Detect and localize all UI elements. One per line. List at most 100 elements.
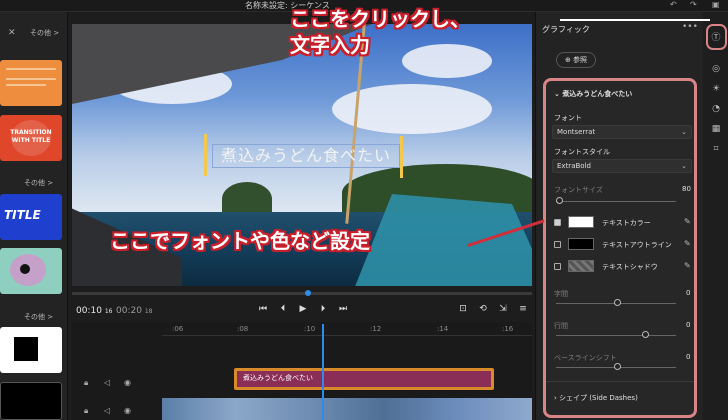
shadow-color-swatch[interactable] (568, 260, 594, 272)
tick-label: :10 (304, 325, 316, 333)
text-color-swatch[interactable] (568, 216, 594, 228)
font-size-value[interactable]: 80 (682, 185, 691, 193)
baseline-knob[interactable] (614, 363, 621, 370)
template-blob[interactable] (0, 248, 62, 294)
panel-menu-icon[interactable]: ••• (682, 22, 698, 32)
tracking-label: 字間 (554, 290, 568, 298)
browse-button[interactable]: ⊕ 参照 (556, 52, 596, 68)
annotation-settings-note: ここでフォントや色など設定 (110, 229, 370, 253)
mute-icon[interactable]: ◁ (104, 378, 110, 387)
video-clip[interactable] (162, 398, 532, 420)
timeline: :06 :08 :10 :12 :14 :16 🔒︎ ◁ ◉ 🔒︎ ◁ ◉ 煮込… (72, 322, 532, 420)
redo-icon[interactable]: ↷ (690, 0, 697, 9)
fit-icon[interactable]: ⊡ (456, 304, 470, 314)
playhead[interactable] (322, 324, 324, 420)
undo-icon[interactable]: ↶ (670, 0, 677, 9)
more-link-3[interactable]: その他 > (24, 312, 53, 322)
leading-label: 行間 (554, 322, 568, 330)
scrub-head[interactable] (305, 290, 311, 296)
tick-label: :16 (502, 325, 514, 333)
right-toolbar: Ⓣ ◎ ☀ ◔ ▦ ⌗ (703, 12, 728, 420)
text-color-label: テキストカラー (602, 219, 651, 227)
step-back-icon[interactable]: ⏴ (276, 304, 290, 314)
chat-icon[interactable]: ▣ (712, 0, 720, 9)
text-properties-box: ⌄ 煮込みうどん食べたい フォント Montserrat ⌄ フォントスタイル E… (543, 78, 697, 418)
template-transition-with-title[interactable]: TRANSITION WITH TITLE (0, 115, 62, 161)
chevron-down-icon: ⌄ (681, 162, 687, 170)
tracking-value[interactable]: 0 (686, 289, 690, 297)
effects-icon[interactable]: ◎ (709, 64, 723, 74)
template-transition-text: TRANSITION WITH TITLE (10, 129, 52, 144)
crop-icon[interactable]: ⌗ (709, 144, 723, 154)
time-ruler[interactable]: :06 :08 :10 :12 :14 :16 (162, 322, 532, 336)
template-title-blue[interactable]: TITLE (0, 194, 62, 240)
preview-title-text[interactable]: 煮込みうどん食べたい (212, 144, 400, 168)
text-handle-left[interactable] (204, 134, 207, 176)
tick-label: :08 (237, 325, 249, 333)
baseline-label: ベースラインシフト (554, 354, 617, 362)
close-icon[interactable]: ✕ (8, 28, 16, 38)
menu-icon[interactable]: ≡ (516, 304, 530, 314)
annotation-arrow-1 (560, 19, 710, 21)
eye-icon[interactable]: ◉ (124, 406, 131, 415)
font-style-label: フォントスタイル (554, 148, 610, 156)
tick-label: :14 (437, 325, 449, 333)
essential-graphics-panel: グラフィック ••• ⊕ 参照 ⌄ 煮込みうどん食べたい フォント Montse… (535, 12, 703, 420)
speed-icon[interactable]: ◔ (709, 104, 723, 114)
color-icon[interactable]: ☀ (709, 84, 723, 94)
shadow-label: テキストシャドウ (602, 263, 658, 271)
app-window: 名称未設定: シーケンス ↶ ↷ ▣ ✕ その他 > TRANSITION WI… (0, 0, 728, 420)
lock-icon[interactable]: 🔒︎ (84, 378, 88, 388)
font-label: フォント (554, 114, 582, 122)
transform-icon[interactable]: ▦ (709, 124, 723, 134)
step-forward-icon[interactable]: ⏵ (316, 304, 330, 314)
leading-knob[interactable] (642, 331, 649, 338)
shape-section[interactable]: › シェイプ (Side Dashes) (554, 393, 638, 403)
text-handle-right[interactable] (400, 136, 403, 178)
baseline-value[interactable]: 0 (686, 353, 690, 361)
template-title-text: TITLE (4, 208, 41, 222)
leading-value[interactable]: 0 (686, 321, 690, 329)
leading-slider[interactable] (556, 335, 676, 336)
text-color-checkbox[interactable] (554, 219, 561, 226)
font-style-dropdown[interactable]: ExtraBold ⌄ (552, 159, 692, 173)
transport-controls: 00:10 16 00:20 18 ⏮ ⏴ ▶ ⏵ ⏭ ⊡ ⟲ ⇲ ≡ (72, 290, 532, 322)
play-icon[interactable]: ▶ (296, 304, 310, 314)
scrub-bar[interactable] (72, 292, 532, 295)
export-frame-icon[interactable]: ⇲ (496, 304, 510, 314)
eyedropper-icon[interactable]: ✎ (684, 261, 691, 270)
panel-tab[interactable]: グラフィック (542, 24, 590, 35)
layer-name[interactable]: ⌄ 煮込みうどん食べたい (554, 89, 632, 99)
templates-panel: ✕ その他 > TRANSITION WITH TITLE その他 > TITL… (0, 12, 68, 420)
chevron-down-icon: ⌄ (681, 128, 687, 136)
duration-timecode: 00:20 18 (116, 306, 153, 316)
go-to-start-icon[interactable]: ⏮ (256, 304, 270, 314)
template-black-square[interactable] (0, 327, 62, 373)
mute-icon[interactable]: ◁ (104, 406, 110, 415)
current-timecode: 00:10 16 (76, 306, 113, 316)
title-clip[interactable]: 煮込みうどん食べたい (234, 368, 494, 390)
tracking-knob[interactable] (614, 299, 621, 306)
outline-checkbox[interactable] (554, 241, 561, 248)
eye-icon[interactable]: ◉ (124, 378, 131, 387)
more-link-2[interactable]: その他 > (24, 178, 53, 188)
preview-rock (222, 182, 272, 216)
template-quote[interactable] (0, 60, 62, 106)
font-size-slider[interactable] (556, 201, 676, 202)
lock-icon[interactable]: 🔒︎ (84, 406, 88, 416)
font-dropdown[interactable]: Montserrat ⌄ (552, 125, 692, 139)
outline-color-swatch[interactable] (568, 238, 594, 250)
tick-label: :06 (172, 325, 184, 333)
outline-label: テキストアウトライン (602, 241, 672, 249)
font-size-label: フォントサイズ (554, 186, 603, 194)
eyedropper-icon[interactable]: ✎ (684, 239, 691, 248)
tick-label: :12 (370, 325, 382, 333)
loop-icon[interactable]: ⟲ (476, 304, 490, 314)
shadow-checkbox[interactable] (554, 263, 561, 270)
more-link-1[interactable]: その他 > (30, 28, 59, 38)
titles-icon[interactable]: Ⓣ (709, 30, 723, 43)
eyedropper-icon[interactable]: ✎ (684, 217, 691, 226)
font-size-knob[interactable] (556, 197, 563, 204)
template-black-card[interactable] (0, 382, 62, 420)
go-to-end-icon[interactable]: ⏭ (336, 304, 350, 314)
